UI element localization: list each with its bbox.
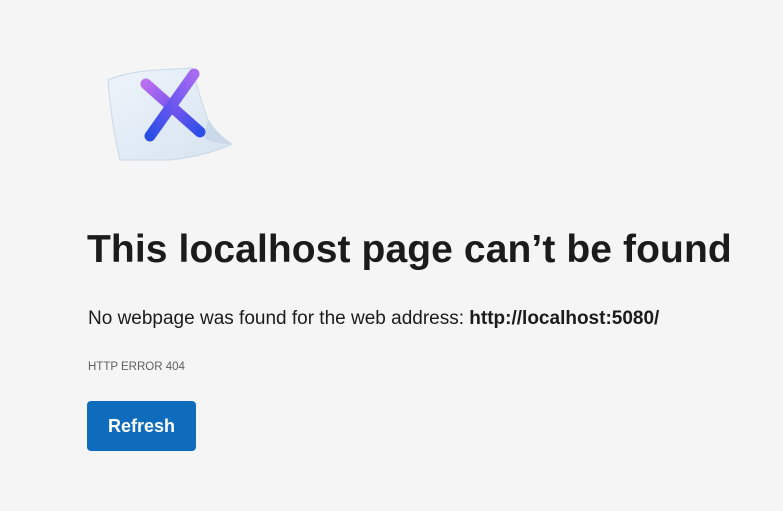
refresh-button[interactable]: Refresh [87, 401, 196, 451]
error-message: No webpage was found for the web address… [88, 308, 659, 330]
error-message-text: No webpage was found for the web address… [88, 308, 470, 329]
broken-page-x-icon [96, 58, 240, 168]
requested-url: http://localhost:5080/ [469, 308, 660, 329]
page-title: This localhost page can’t be found [87, 228, 732, 271]
http-error-code: HTTP ERROR 404 [88, 361, 185, 373]
error-page: This localhost page can’t be found No we… [0, 0, 783, 511]
